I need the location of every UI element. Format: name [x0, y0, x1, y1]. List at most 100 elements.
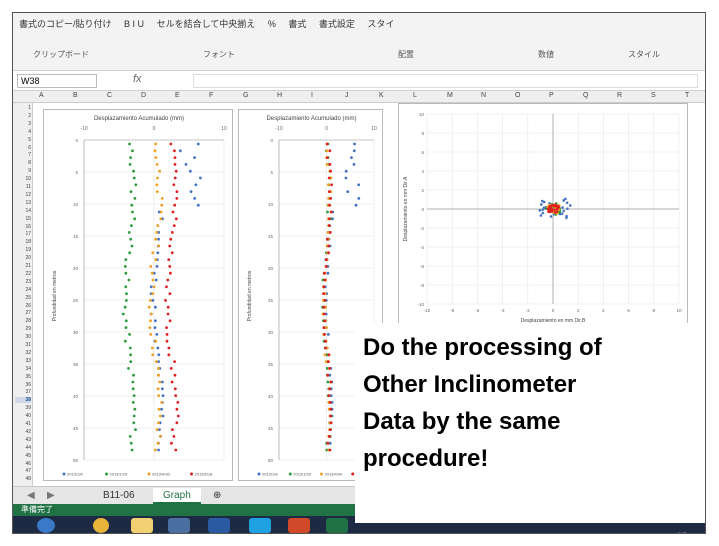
row-header[interactable]: 20	[15, 255, 31, 261]
row-header[interactable]: 16	[15, 224, 31, 230]
file-explorer-icon[interactable]	[131, 518, 153, 533]
app-icon[interactable]	[168, 518, 190, 533]
row-header[interactable]: 31	[15, 342, 31, 348]
column-header[interactable]: L	[413, 92, 417, 99]
row-header[interactable]: 19	[15, 247, 31, 253]
column-header[interactable]: N	[481, 92, 486, 99]
row-header[interactable]: 1	[15, 105, 31, 111]
column-header[interactable]: Q	[583, 92, 588, 99]
chrome-icon[interactable]	[93, 518, 109, 533]
data-point	[165, 285, 168, 289]
column-header[interactable]: R	[617, 92, 622, 99]
row-header[interactable]: 15	[15, 216, 31, 222]
row-header[interactable]: 5	[15, 137, 31, 143]
format-table-button[interactable]: 書式設定	[319, 19, 355, 29]
row-header[interactable]: 26	[15, 303, 31, 309]
row-header[interactable]: 2	[15, 113, 31, 119]
row-header[interactable]: 3	[15, 121, 31, 127]
row-header[interactable]: 33	[15, 358, 31, 364]
row-header[interactable]: 45	[15, 453, 31, 459]
merge-center-button[interactable]: セルを結合して中央揃え	[157, 19, 256, 29]
row-header[interactable]: 28	[15, 318, 31, 324]
data-point	[153, 448, 157, 452]
row-header[interactable]: 46	[15, 461, 31, 467]
row-header[interactable]: 38	[15, 397, 31, 404]
row-header[interactable]: 27	[15, 310, 31, 316]
row-header[interactable]: 9	[15, 168, 31, 174]
row-header[interactable]: 39	[15, 405, 31, 411]
row-header[interactable]: 21	[15, 263, 31, 269]
row-header[interactable]: 34	[15, 366, 31, 372]
percent-button[interactable]: %	[268, 19, 276, 29]
data-point	[173, 203, 177, 207]
column-header[interactable]: O	[515, 92, 520, 99]
styles-button[interactable]: スタイ	[367, 19, 394, 29]
column-header[interactable]: C	[107, 92, 112, 99]
column-header[interactable]: P	[549, 92, 554, 99]
chart-left-profile[interactable]: Desplazamiento Acumulado (mm) -10 0 10 0 5 10 1…	[43, 109, 233, 481]
y-tick-label: -8	[420, 283, 424, 288]
row-header[interactable]: 13	[15, 200, 31, 206]
row-header[interactable]: 36	[15, 382, 31, 388]
row-header[interactable]: 14	[15, 208, 31, 214]
row-header[interactable]: 17	[15, 231, 31, 237]
start-button-icon[interactable]	[37, 518, 55, 533]
row-header[interactable]: 7	[15, 152, 31, 158]
format-button[interactable]: 書式	[288, 19, 306, 29]
column-header[interactable]: H	[277, 92, 282, 99]
column-header[interactable]: F	[209, 92, 213, 99]
column-header[interactable]: E	[175, 92, 180, 99]
row-header[interactable]: 6	[15, 145, 31, 151]
row-header[interactable]: 23	[15, 279, 31, 285]
app-icon-2[interactable]	[208, 518, 230, 533]
row-header[interactable]: 18	[15, 239, 31, 245]
row-header[interactable]: 29	[15, 326, 31, 332]
column-header[interactable]: S	[651, 92, 656, 99]
row-header[interactable]: 4	[15, 129, 31, 135]
excel-icon[interactable]	[326, 518, 348, 533]
tab-scroll-right-icon[interactable]: ▶	[37, 488, 65, 504]
row-header[interactable]: 44	[15, 445, 31, 451]
data-point	[167, 353, 171, 357]
name-box[interactable]: W38	[17, 74, 97, 88]
chart-right-scatter[interactable]: -10 -8 -6 -4 -2 0 2 4 6 8 10 10 8 6 4 2 0 -2 -4 -6 -8 -10 Desp…	[398, 103, 688, 343]
font-style-buttons[interactable]: B I U	[124, 19, 144, 29]
y-tick-label: 0	[270, 138, 273, 143]
column-header[interactable]: G	[243, 92, 248, 99]
row-header[interactable]: 47	[15, 468, 31, 474]
row-header[interactable]: 22	[15, 271, 31, 277]
row-header[interactable]: 12	[15, 192, 31, 198]
tab-graph[interactable]: Graph	[153, 488, 201, 504]
row-header[interactable]: 43	[15, 437, 31, 443]
format-painter-button[interactable]: 書式のコピー/貼り付け	[19, 19, 112, 29]
row-header[interactable]: 32	[15, 350, 31, 356]
column-header[interactable]: A	[39, 92, 44, 99]
tab-b11-06[interactable]: B11-06	[93, 488, 145, 504]
row-header[interactable]: 24	[15, 287, 31, 293]
row-header[interactable]: 48	[15, 476, 31, 482]
row-header[interactable]: 35	[15, 374, 31, 380]
row-header[interactable]: 8	[15, 160, 31, 166]
column-header[interactable]: T	[685, 92, 689, 99]
row-header[interactable]: 10	[15, 176, 31, 182]
add-sheet-icon[interactable]: ⊕	[203, 488, 231, 504]
row-header[interactable]: 11	[15, 184, 31, 190]
column-header[interactable]: I	[311, 92, 313, 99]
row-header[interactable]: 41	[15, 421, 31, 427]
column-header[interactable]: K	[379, 92, 384, 99]
column-header[interactable]: M	[447, 92, 453, 99]
skype-icon[interactable]	[249, 518, 271, 533]
row-header[interactable]: 30	[15, 334, 31, 340]
data-point	[327, 176, 331, 180]
row-header[interactable]: 37	[15, 389, 31, 395]
fx-icon[interactable]: fx	[133, 73, 142, 85]
powerpoint-icon[interactable]	[288, 518, 310, 533]
column-header[interactable]: J	[345, 92, 349, 99]
column-header[interactable]: B	[73, 92, 78, 99]
row-header[interactable]: 42	[15, 429, 31, 435]
formula-input[interactable]	[193, 74, 698, 88]
row-header[interactable]: 25	[15, 295, 31, 301]
row-header[interactable]: 40	[15, 413, 31, 419]
data-point	[123, 339, 127, 343]
column-header[interactable]: D	[141, 92, 146, 99]
